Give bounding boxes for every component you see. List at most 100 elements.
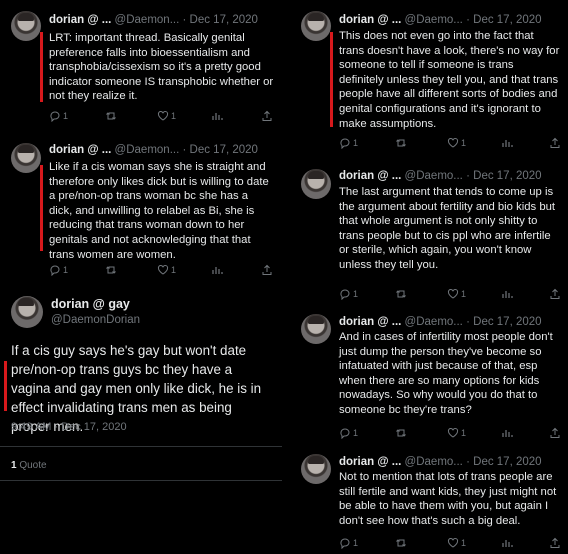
share-button[interactable] <box>261 110 273 122</box>
highlight-bar <box>40 165 43 251</box>
display-name[interactable]: dorian @ ... <box>339 456 401 468</box>
share-button[interactable] <box>549 288 561 300</box>
like-count: 1 <box>461 289 467 299</box>
stats-icon <box>212 113 223 120</box>
retweet-button[interactable] <box>395 427 407 439</box>
separator-dot: · <box>466 456 470 468</box>
reply-button[interactable]: 1 <box>49 264 68 276</box>
highlight-bar <box>40 32 43 102</box>
retweet-button[interactable] <box>395 137 407 149</box>
stats-icon <box>502 540 513 547</box>
share-button[interactable] <box>549 137 561 149</box>
like-icon <box>157 265 169 275</box>
reply-button[interactable]: 1 <box>49 110 68 122</box>
user-handle[interactable]: @DaemonDorian <box>51 314 140 326</box>
reply-button[interactable]: 1 <box>339 537 358 549</box>
like-button[interactable]: 1 <box>447 537 466 549</box>
display-name[interactable]: dorian @ gay <box>51 297 130 311</box>
retweet-button[interactable] <box>395 288 407 300</box>
thread-tweet[interactable]: dorian @ ... @Daemo... · Dec 17, 2020 An… <box>290 306 568 448</box>
reply-count: 1 <box>63 265 69 275</box>
reply-icon <box>50 111 60 122</box>
tweet-actions: 1 1 <box>339 137 561 151</box>
reply-count: 1 <box>63 111 69 121</box>
separator-dot: · <box>466 14 470 26</box>
thread-tweet[interactable]: dorian @ ... @Daemo... · Dec 17, 2020 Th… <box>290 158 568 306</box>
tweet-date[interactable]: Dec 17, 2020 <box>190 144 258 156</box>
display-name[interactable]: dorian @ ... <box>339 170 401 182</box>
reply-count: 1 <box>353 428 359 438</box>
user-handle[interactable]: @Daemon... <box>115 144 180 156</box>
like-count: 1 <box>171 111 177 121</box>
stats-button[interactable] <box>501 137 513 149</box>
display-name[interactable]: dorian @ ... <box>339 14 401 26</box>
tweet-header: dorian @ ... @Daemon... · Dec 17, 2020 <box>49 14 276 26</box>
avatar[interactable] <box>301 11 331 41</box>
tweet-date[interactable]: Dec 17, 2020 <box>473 14 541 26</box>
share-button[interactable] <box>549 537 561 549</box>
retweet-icon <box>396 429 406 437</box>
like-button[interactable]: 1 <box>447 288 466 300</box>
display-name[interactable]: dorian @ ... <box>49 14 111 26</box>
avatar[interactable] <box>11 11 41 41</box>
like-button[interactable]: 1 <box>157 110 176 122</box>
retweet-icon <box>106 112 116 120</box>
user-handle[interactable]: @Daemo... <box>405 316 463 328</box>
retweet-button[interactable] <box>105 264 117 276</box>
stats-icon <box>502 291 513 298</box>
share-button[interactable] <box>261 264 273 276</box>
like-count: 1 <box>461 138 467 148</box>
tweet-date[interactable]: Dec 17, 2020 <box>473 316 541 328</box>
tweet-timestamp[interactable]: 9:49 AM · Dec 17, 2020 <box>11 421 127 433</box>
tweet-actions: 1 1 <box>339 537 561 551</box>
display-name[interactable]: dorian @ ... <box>49 144 111 156</box>
like-button[interactable]: 1 <box>447 427 466 439</box>
stats-button[interactable] <box>501 288 513 300</box>
separator-dot: · <box>182 144 187 156</box>
tweet-header: dorian @ ... @Daemon... · Dec 17, 2020 <box>49 144 276 156</box>
tweet-date[interactable]: Dec 17, 2020 <box>190 14 258 26</box>
reply-button[interactable]: 1 <box>339 288 358 300</box>
avatar[interactable] <box>301 169 331 199</box>
thread-tweet[interactable]: dorian @ ... @Daemo... · Dec 17, 2020 No… <box>290 448 568 554</box>
reply-count: 1 <box>353 538 359 548</box>
thread-tweet[interactable]: dorian @ ... @Daemo... · Dec 17, 2020 Th… <box>290 0 568 155</box>
avatar[interactable] <box>11 143 41 173</box>
reply-count: 1 <box>353 138 359 148</box>
tweet-date[interactable]: Dec 17, 2020 <box>473 456 541 468</box>
separator-dot: · <box>466 170 470 182</box>
stats-button[interactable] <box>501 427 513 439</box>
avatar[interactable] <box>301 314 331 344</box>
separator-dot: · <box>182 14 187 26</box>
display-name[interactable]: dorian @ ... <box>339 316 401 328</box>
like-button[interactable]: 1 <box>447 137 466 149</box>
share-icon <box>550 288 560 299</box>
share-button[interactable] <box>549 427 561 439</box>
stats-button[interactable] <box>211 110 223 122</box>
reply-button[interactable]: 1 <box>339 427 358 439</box>
tweet-text: LRT: important thread. Basically genital… <box>49 32 274 103</box>
like-button[interactable]: 1 <box>157 264 176 276</box>
user-handle[interactable]: @Daemon... <box>115 14 180 26</box>
avatar[interactable] <box>11 296 43 328</box>
separator-dot: · <box>466 316 470 328</box>
highlight-bar <box>330 32 333 127</box>
tweet-date[interactable]: Dec 17, 2020 <box>473 170 541 182</box>
avatar[interactable] <box>301 454 331 484</box>
stats-button[interactable] <box>211 264 223 276</box>
tweet-text: The last argument that tends to come up … <box>339 186 556 271</box>
stats-button[interactable] <box>501 537 513 549</box>
reply-button[interactable]: 1 <box>339 137 358 149</box>
like-icon <box>157 111 169 121</box>
user-handle[interactable]: @Daemo... <box>405 170 463 182</box>
user-handle[interactable]: @Daemo... <box>405 14 463 26</box>
retweet-button[interactable] <box>395 537 407 549</box>
tweet-header: dorian @ ... @Daemo... · Dec 17, 2020 <box>339 14 562 26</box>
thread-tweet[interactable]: dorian @ ... @Daemon... · Dec 17, 2020 L… <box>0 135 282 285</box>
retweet-button[interactable] <box>105 110 117 122</box>
retweet-icon <box>396 290 406 298</box>
thread-tweet[interactable]: dorian @ ... @Daemon... · Dec 17, 2020 L… <box>0 0 282 135</box>
tweet-text: This does not even go into the fact that… <box>339 30 560 130</box>
user-handle[interactable]: @Daemo... <box>405 456 463 468</box>
quote-count-link[interactable]: 1 Quote <box>11 460 47 471</box>
